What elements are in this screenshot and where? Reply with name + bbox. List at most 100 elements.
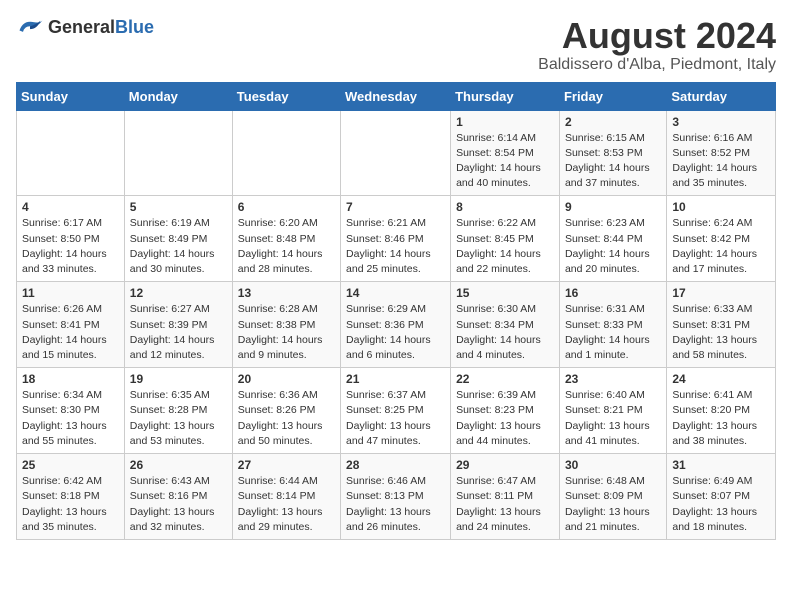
day-number: 31 [672,458,770,472]
day-info: Sunrise: 6:16 AMSunset: 8:52 PMDaylight:… [672,131,770,192]
header-sunday: Sunday [17,82,125,110]
header-saturday: Saturday [667,82,776,110]
calendar-body: 1 Sunrise: 6:14 AMSunset: 8:54 PMDaylight… [17,110,776,539]
day-number: 24 [672,372,770,386]
day-info: Sunrise: 6:42 AMSunset: 8:18 PMDaylight:… [22,474,119,535]
cell-week1-day3 [341,110,451,196]
logo: GeneralBlue [16,16,154,38]
day-info: Sunrise: 6:17 AMSunset: 8:50 PMDaylight:… [22,216,119,277]
header-row: SundayMondayTuesdayWednesdayThursdayFrid… [17,82,776,110]
day-info: Sunrise: 6:33 AMSunset: 8:31 PMDaylight:… [672,302,770,363]
logo-text: GeneralBlue [48,17,154,38]
cell-week3-day5: 16 Sunrise: 6:31 AMSunset: 8:33 PMDayligh… [559,282,666,368]
day-info: Sunrise: 6:46 AMSunset: 8:13 PMDaylight:… [346,474,445,535]
day-number: 21 [346,372,445,386]
day-info: Sunrise: 6:35 AMSunset: 8:28 PMDaylight:… [130,388,227,449]
day-info: Sunrise: 6:47 AMSunset: 8:11 PMDaylight:… [456,474,554,535]
day-info: Sunrise: 6:20 AMSunset: 8:48 PMDaylight:… [238,216,335,277]
cell-week3-day6: 17 Sunrise: 6:33 AMSunset: 8:31 PMDayligh… [667,282,776,368]
week-row-4: 18Sunrise: 6:34 AMSunset: 8:30 PMDayligh… [17,368,776,454]
day-info: Sunrise: 6:22 AMSunset: 8:45 PMDaylight:… [456,216,554,277]
day-info: Sunrise: 6:48 AMSunset: 8:09 PMDaylight:… [565,474,661,535]
header-friday: Friday [559,82,666,110]
day-number: 10 [672,200,770,214]
day-info: Sunrise: 6:37 AMSunset: 8:25 PMDaylight:… [346,388,445,449]
cell-week4-day0: 18Sunrise: 6:34 AMSunset: 8:30 PMDayligh… [17,368,125,454]
day-number: 17 [672,286,770,300]
day-number: 14 [346,286,445,300]
header-thursday: Thursday [451,82,560,110]
cell-week1-day2 [232,110,340,196]
day-info: Sunrise: 6:19 AMSunset: 8:49 PMDaylight:… [130,216,227,277]
week-row-1: 1 Sunrise: 6:14 AMSunset: 8:54 PMDaylight… [17,110,776,196]
logo-general: General [48,17,115,37]
day-number: 16 [565,286,661,300]
cell-week1-day0 [17,110,125,196]
cell-week4-day4: 22 Sunrise: 6:39 AMSunset: 8:23 PMDayligh… [451,368,560,454]
cell-week4-day2: 20 Sunrise: 6:36 AMSunset: 8:26 PMDayligh… [232,368,340,454]
cell-week4-day6: 24 Sunrise: 6:41 AMSunset: 8:20 PMDayligh… [667,368,776,454]
day-number: 19 [130,372,227,386]
day-number: 15 [456,286,554,300]
cell-week1-day5: 2Sunrise: 6:15 AMSunset: 8:53 PMDaylight… [559,110,666,196]
day-number: 13 [238,286,335,300]
day-number: 23 [565,372,661,386]
cell-week4-day3: 21 Sunrise: 6:37 AMSunset: 8:25 PMDayligh… [341,368,451,454]
cell-week2-day6: 10 Sunrise: 6:24 AMSunset: 8:42 PMDayligh… [667,196,776,282]
page-subtitle: Baldissero d'Alba, Piedmont, Italy [538,56,776,74]
header-wednesday: Wednesday [341,82,451,110]
day-info: Sunrise: 6:26 AMSunset: 8:41 PMDaylight:… [22,302,119,363]
header: GeneralBlue August 2024 Baldissero d'Alb… [16,16,776,74]
day-number: 12 [130,286,227,300]
day-info: Sunrise: 6:30 AMSunset: 8:34 PMDaylight:… [456,302,554,363]
cell-week2-day1: 5 Sunrise: 6:19 AMSunset: 8:49 PMDaylight… [124,196,232,282]
day-info: Sunrise: 6:15 AMSunset: 8:53 PMDaylight:… [565,131,661,192]
calendar-header: SundayMondayTuesdayWednesdayThursdayFrid… [17,82,776,110]
day-info: Sunrise: 6:31 AMSunset: 8:33 PMDaylight:… [565,302,661,363]
day-number: 20 [238,372,335,386]
calendar-table: SundayMondayTuesdayWednesdayThursdayFrid… [16,82,776,540]
week-row-3: 11 Sunrise: 6:26 AMSunset: 8:41 PMDayligh… [17,282,776,368]
day-number: 5 [130,200,227,214]
logo-blue: Blue [115,17,154,37]
cell-week1-day6: 3Sunrise: 6:16 AMSunset: 8:52 PMDaylight… [667,110,776,196]
day-info: Sunrise: 6:21 AMSunset: 8:46 PMDaylight:… [346,216,445,277]
day-number: 6 [238,200,335,214]
cell-week5-day4: 29Sunrise: 6:47 AMSunset: 8:11 PMDayligh… [451,454,560,540]
week-row-2: 4Sunrise: 6:17 AMSunset: 8:50 PMDaylight… [17,196,776,282]
day-number: 1 [456,115,554,129]
cell-week4-day5: 23Sunrise: 6:40 AMSunset: 8:21 PMDayligh… [559,368,666,454]
day-info: Sunrise: 6:27 AMSunset: 8:39 PMDaylight:… [130,302,227,363]
cell-week4-day1: 19 Sunrise: 6:35 AMSunset: 8:28 PMDayligh… [124,368,232,454]
header-tuesday: Tuesday [232,82,340,110]
day-number: 9 [565,200,661,214]
page-title: August 2024 [538,16,776,56]
cell-week2-day3: 7Sunrise: 6:21 AMSunset: 8:46 PMDaylight… [341,196,451,282]
day-number: 8 [456,200,554,214]
day-number: 22 [456,372,554,386]
day-info: Sunrise: 6:36 AMSunset: 8:26 PMDaylight:… [238,388,335,449]
title-area: August 2024 Baldissero d'Alba, Piedmont,… [538,16,776,74]
day-info: Sunrise: 6:39 AMSunset: 8:23 PMDaylight:… [456,388,554,449]
logo-bird-icon [16,16,44,38]
cell-week1-day4: 1 Sunrise: 6:14 AMSunset: 8:54 PMDaylight… [451,110,560,196]
cell-week3-day3: 14 Sunrise: 6:29 AMSunset: 8:36 PMDayligh… [341,282,451,368]
day-info: Sunrise: 6:49 AMSunset: 8:07 PMDaylight:… [672,474,770,535]
header-monday: Monday [124,82,232,110]
cell-week5-day6: 31 Sunrise: 6:49 AMSunset: 8:07 PMDayligh… [667,454,776,540]
cell-week3-day0: 11 Sunrise: 6:26 AMSunset: 8:41 PMDayligh… [17,282,125,368]
cell-week2-day0: 4Sunrise: 6:17 AMSunset: 8:50 PMDaylight… [17,196,125,282]
day-number: 11 [22,286,119,300]
day-number: 25 [22,458,119,472]
day-info: Sunrise: 6:24 AMSunset: 8:42 PMDaylight:… [672,216,770,277]
cell-week5-day1: 26Sunrise: 6:43 AMSunset: 8:16 PMDayligh… [124,454,232,540]
cell-week2-day5: 9Sunrise: 6:23 AMSunset: 8:44 PMDaylight… [559,196,666,282]
day-number: 18 [22,372,119,386]
cell-week3-day1: 12 Sunrise: 6:27 AMSunset: 8:39 PMDayligh… [124,282,232,368]
cell-week3-day2: 13Sunrise: 6:28 AMSunset: 8:38 PMDayligh… [232,282,340,368]
day-info: Sunrise: 6:14 AMSunset: 8:54 PMDaylight:… [456,131,554,192]
day-info: Sunrise: 6:29 AMSunset: 8:36 PMDaylight:… [346,302,445,363]
day-info: Sunrise: 6:41 AMSunset: 8:20 PMDaylight:… [672,388,770,449]
day-number: 30 [565,458,661,472]
cell-week5-day3: 28Sunrise: 6:46 AMSunset: 8:13 PMDayligh… [341,454,451,540]
